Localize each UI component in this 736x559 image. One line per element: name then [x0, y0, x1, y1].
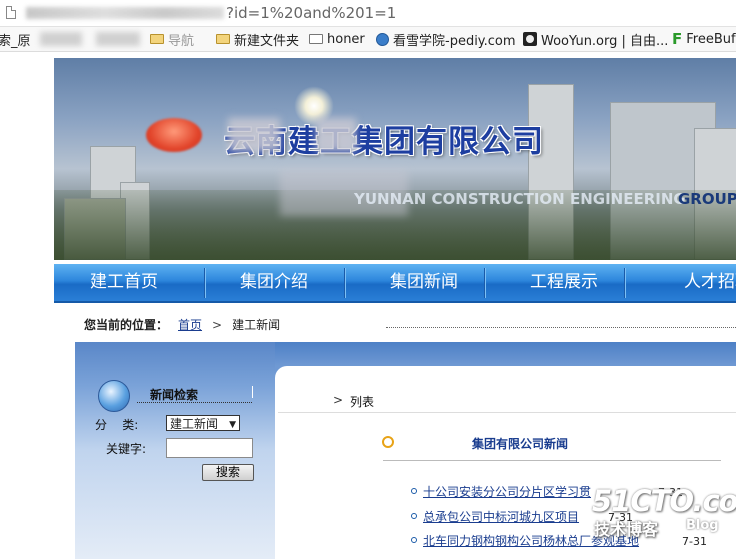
folder-icon: [216, 34, 230, 44]
nav-divider: [484, 268, 486, 298]
category-label: 分 类:: [95, 418, 139, 432]
news-item[interactable]: 总承包公司中标河城九区项目: [411, 508, 579, 524]
redacted-bookmark: [96, 32, 140, 46]
list-arrow-icon: >: [333, 393, 344, 407]
bookmark-label: honer: [327, 31, 365, 47]
content-panel-header: [275, 342, 736, 366]
breadcrumb-separator: >: [212, 318, 223, 332]
bookmark-item[interactable]: honer: [309, 31, 365, 47]
section-bullet-icon: [382, 436, 394, 448]
nav-about[interactable]: 集团介绍: [204, 264, 344, 301]
page-icon: [6, 6, 16, 19]
company-english-name: YUNNAN CONSTRUCTION ENGINEERING: [354, 190, 686, 208]
main-nav: 建工首页 集团介绍 集团新闻 工程展示 人才招聘: [54, 264, 736, 303]
company-english-name-tail: GROUP: [678, 190, 736, 208]
nav-news[interactable]: 集团新闻: [354, 264, 494, 301]
bookmarks-bar: 索_原 导航 新建文件夹 honer 看雪学院-pediy.com WooYun…: [0, 27, 736, 52]
bookmark-label: 新建文件夹: [234, 33, 300, 49]
bookmark-label: 导航: [168, 33, 195, 49]
breadcrumb-label: 您当前的位置：: [84, 318, 169, 332]
news-item[interactable]: 十公司安装分公司分片区学习贯: [411, 483, 591, 499]
freebuf-logo-icon: F: [672, 30, 683, 48]
nav-careers[interactable]: 人才招聘: [648, 264, 736, 301]
bullet-icon: [411, 537, 417, 543]
keyword-input[interactable]: [166, 438, 253, 458]
nav-projects[interactable]: 工程展示: [494, 264, 634, 301]
news-link[interactable]: 十公司安装分公司分片区学习贯: [423, 483, 591, 500]
url-redacted: [26, 7, 224, 19]
bookmark-item[interactable]: 导航: [150, 31, 195, 49]
wooyun-icon: [523, 32, 537, 46]
title-rule-tick: [252, 386, 253, 398]
bookmark-item[interactable]: 新建文件夹: [216, 31, 300, 49]
bullet-icon: [411, 513, 417, 519]
redacted-bookmark: [40, 32, 82, 46]
redacted-text: [228, 118, 280, 152]
company-logo-icon: [146, 118, 202, 152]
url-text[interactable]: ?id=1%20and%201=1: [226, 4, 396, 22]
keyword-label: 关键字:: [106, 442, 147, 456]
redacted-text: [316, 118, 356, 152]
bookmark-label: 看雪学院-pediy.com: [393, 33, 516, 49]
bullet-icon: [411, 488, 417, 494]
news-search-panel: 新闻检索 分 类: 建工新闻 ▼ 关键字: 搜索: [75, 342, 275, 559]
header-banner: 云南建工集团有限公司 YUNNAN CONSTRUCTION ENGINEERI…: [54, 58, 736, 260]
site-watermark: 51CTO.com 技术博客 Blog: [592, 484, 736, 544]
dropdown-arrow-icon: ▼: [229, 420, 236, 430]
list-divider: [278, 412, 736, 413]
bookmark-label: 索_原: [0, 33, 31, 49]
search-button[interactable]: 搜索: [202, 464, 254, 481]
news-link[interactable]: 总承包公司中标河城九区项目: [423, 508, 579, 525]
category-select[interactable]: 建工新闻 ▼: [166, 415, 240, 431]
breadcrumb-dotted-rule: [386, 327, 736, 328]
globe-icon: [376, 32, 389, 46]
breadcrumb-home-link[interactable]: 首页: [178, 318, 202, 332]
bookmark-label: WooYun.org | 自由...: [541, 33, 669, 49]
bookmark-item[interactable]: WooYun.org | 自由...: [523, 31, 669, 49]
watermark-blog: Blog: [686, 518, 719, 533]
folder-icon: [150, 34, 164, 44]
watermark-brand: 51CTO.com: [592, 484, 736, 518]
nav-divider: [344, 268, 346, 298]
folder-icon: [309, 34, 323, 44]
bookmark-item[interactable]: F FreeBuf: [672, 30, 736, 48]
bookmark-item[interactable]: 索_原: [0, 31, 31, 49]
bookmark-label: FreeBuf: [686, 31, 736, 47]
nav-home[interactable]: 建工首页: [54, 264, 194, 301]
address-bar[interactable]: ?id=1%20and%201=1: [0, 0, 736, 27]
news-section-divider: [383, 460, 721, 461]
nav-divider: [624, 268, 626, 298]
bookmark-item[interactable]: 看雪学院-pediy.com: [376, 31, 516, 49]
news-section-title: 集团有限公司新闻: [472, 437, 569, 451]
watermark-subtitle: 技术博客: [594, 520, 659, 539]
category-selected-value: 建工新闻: [170, 417, 219, 431]
search-panel-title: 新闻检索: [150, 388, 199, 402]
breadcrumb-current: 建工新闻: [232, 318, 281, 332]
list-label: 列表: [350, 395, 375, 409]
breadcrumb: 您当前的位置： 首页 > 建工新闻: [84, 316, 280, 333]
globe-icon: [98, 380, 130, 412]
title-underline: [137, 402, 252, 403]
